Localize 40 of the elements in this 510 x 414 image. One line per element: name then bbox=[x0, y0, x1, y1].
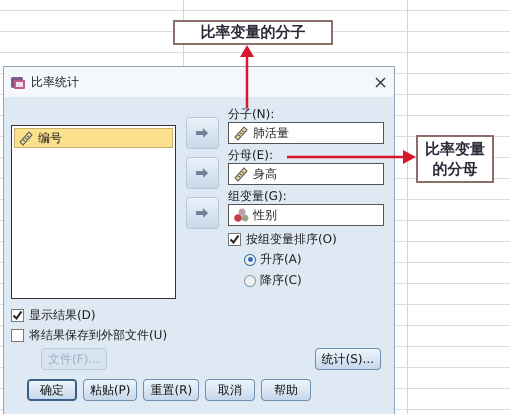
list-item[interactable]: 编号 bbox=[14, 128, 173, 148]
dialog-button[interactable]: 帮助 bbox=[261, 379, 312, 401]
checkbox-label: 显示结果(D) bbox=[29, 306, 96, 324]
radio-button[interactable] bbox=[244, 254, 256, 266]
circles-icon bbox=[233, 207, 249, 223]
variable-field[interactable]: 肺活量 bbox=[228, 122, 384, 144]
close-icon[interactable] bbox=[375, 76, 386, 88]
ruler-icon bbox=[233, 166, 249, 182]
move-button[interactable] bbox=[186, 197, 218, 229]
app-icon bbox=[10, 74, 26, 90]
radio-button[interactable] bbox=[244, 274, 256, 286]
move-button[interactable] bbox=[186, 157, 218, 189]
field-label: 分子(N): bbox=[228, 107, 274, 122]
move-button[interactable] bbox=[186, 117, 218, 149]
field-label: 组变量(G): bbox=[228, 189, 287, 204]
arrow-icon bbox=[195, 207, 209, 219]
dialog-button[interactable]: 确定 bbox=[26, 379, 77, 401]
radio-label: 降序(C) bbox=[260, 272, 302, 289]
variable-field[interactable]: 性别 bbox=[228, 204, 384, 226]
ruler-icon bbox=[233, 125, 249, 141]
ruler-icon bbox=[18, 130, 34, 146]
callout-label: 比率变量的分母 bbox=[416, 135, 494, 183]
window-title: 比率统计 bbox=[31, 74, 80, 90]
checkbox[interactable] bbox=[11, 308, 24, 322]
checkbox[interactable] bbox=[11, 328, 24, 342]
checkbox-label: 将结果保存到外部文件(U) bbox=[29, 326, 168, 344]
variable-list[interactable]: 编号 bbox=[11, 125, 176, 299]
variable-field[interactable]: 身高 bbox=[228, 163, 384, 185]
arrow-icon bbox=[195, 127, 209, 139]
statistics-button[interactable]: 统计(S)... bbox=[314, 348, 381, 370]
callout-label: 比率变量的分子 bbox=[173, 20, 333, 45]
field-label: 分母(E): bbox=[228, 148, 273, 163]
arrow-icon bbox=[195, 167, 209, 179]
checkbox[interactable] bbox=[228, 233, 241, 246]
dialog-button[interactable]: 重置(R) bbox=[143, 379, 200, 401]
callout-arrow bbox=[240, 45, 254, 108]
checkbox-label: 按组变量排序(O) bbox=[246, 231, 337, 248]
dialog-button[interactable]: 取消 bbox=[205, 379, 256, 401]
radio-label: 升序(A) bbox=[260, 251, 302, 268]
dialog-button[interactable]: 粘贴(P) bbox=[82, 379, 138, 401]
